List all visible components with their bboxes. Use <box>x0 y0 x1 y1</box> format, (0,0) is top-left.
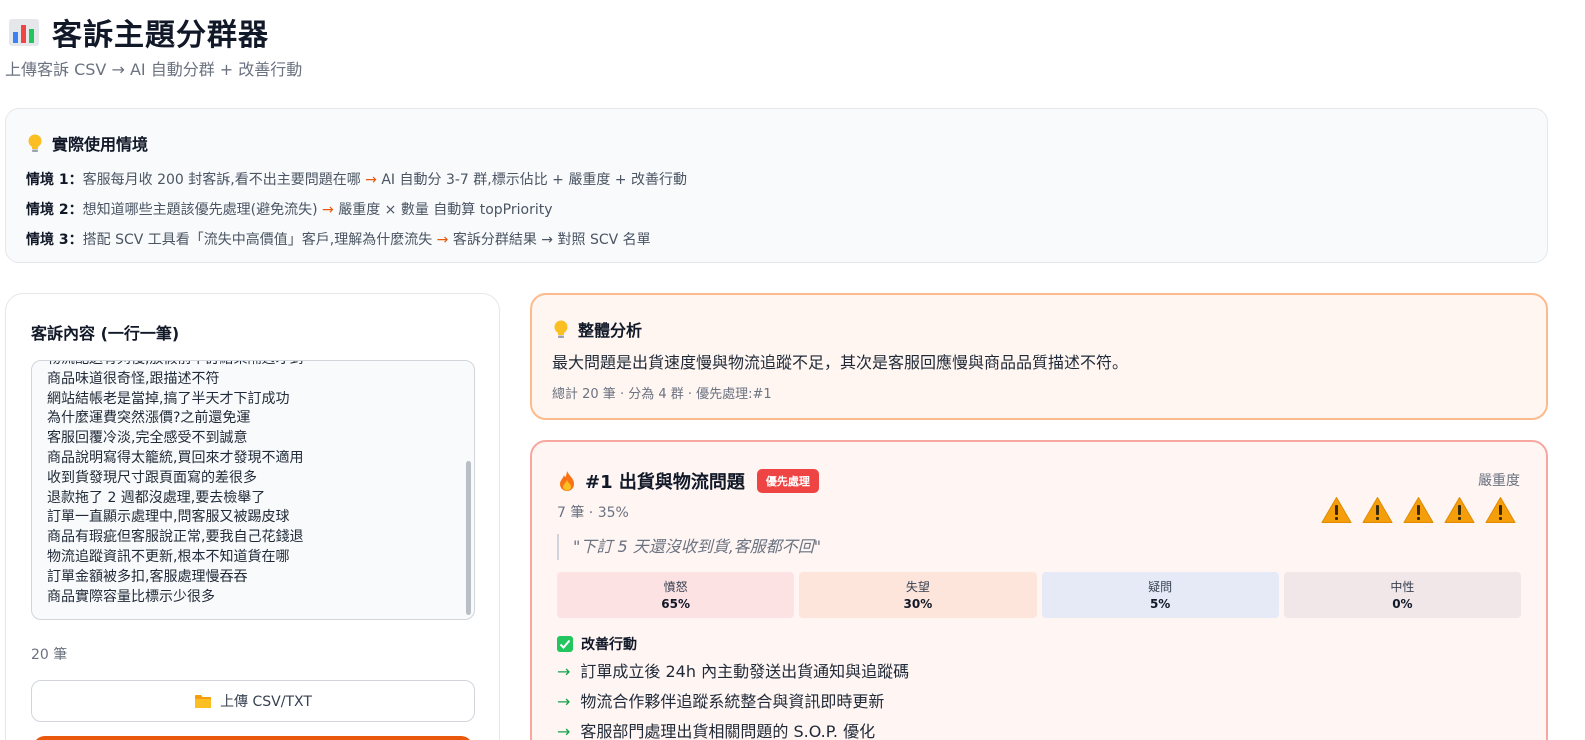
complaint-lines[interactable]: 物流配送有夠慢,放假前下訂結果隔週才到商品味道很奇怪,跟描述不符網站結帳老是當掉… <box>47 361 456 607</box>
complaint-line: 商品說明寫得太籠統,買回來才發現不適用 <box>47 449 304 466</box>
page-title: 客訴主題分群器 <box>52 18 269 53</box>
scenario-solution: 嚴重度 × 數量 自動算 topPriority <box>338 202 553 218</box>
folder-icon <box>195 694 212 708</box>
complaint-line: 訂單一直顯示處理中,問客服又被踢皮球 <box>47 509 290 526</box>
scenario-label: 情境 1： <box>26 172 83 188</box>
cluster-card: #1 出貨與物流問題 優先處理 嚴重度 7 筆 · 35% "下訂 5 天還沒收… <box>530 440 1548 740</box>
scenario-problem: 想知道哪些主題該優先處理(避免流失) <box>82 202 318 218</box>
overall-summary: 最大問題是出貨速度慢與物流追蹤不足，其次是客服回應慢與商品品質描述不符。 <box>552 353 1129 372</box>
overall-heading: 整體分析 <box>578 321 643 340</box>
complaint-line: 客服回覆冷淡,完全感受不到誠意 <box>47 430 248 447</box>
lightbulb-icon <box>554 320 568 338</box>
complaint-line: 為什麼運費突然漲價?之前還免運 <box>47 410 251 427</box>
sentiment-value: 65% <box>661 597 690 611</box>
complaint-line: 訂單金額被多扣,客服處理慢吞吞 <box>47 568 248 585</box>
sentiment-value: 0% <box>1392 597 1413 611</box>
scenario-problem: 搭配 SCV 工具看「流失中高價值」客戶,理解為什麼流失 <box>82 232 433 248</box>
page-header: 客訴主題分群器 <box>8 10 269 54</box>
fire-icon <box>560 471 574 491</box>
arrow-right-icon: → <box>557 662 571 681</box>
sentiment-value: 30% <box>903 597 933 611</box>
complaint-line: 物流配送有夠慢,放假前下訂結果隔週才到 <box>47 361 456 370</box>
scrollbar-thumb[interactable] <box>466 461 471 615</box>
lightbulb-icon <box>28 134 42 152</box>
complaint-line: 網站結帳老是當掉,搞了半天才下訂成功 <box>47 390 290 407</box>
sentiment-label: 疑問 <box>1148 580 1173 594</box>
cluster-name: #1 出貨與物流問題 <box>585 472 745 493</box>
complaint-textarea[interactable]: 物流配送有夠慢,放假前下訂結果隔週才到商品味道很奇怪,跟描述不符網站結帳老是當掉… <box>31 360 475 620</box>
overall-analysis-panel: 整體分析 最大問題是出貨速度慢與物流追蹤不足，其次是客服回應慢與商品品質描述不符… <box>530 293 1548 420</box>
warning-icon <box>1403 497 1434 523</box>
scenario-item: 情境 1：客服每月收 200 封客訴,看不出主要問題在哪 → AI 自動分 3-… <box>26 165 1527 195</box>
sentiment-label: 失望 <box>905 580 930 594</box>
sentiment-box: 失望 30% <box>799 572 1037 618</box>
complaint-input-panel: 客訴內容 (一行一筆) 物流配送有夠慢,放假前下訂結果隔週才到商品味道很奇怪,跟… <box>5 293 500 740</box>
scenario-solution: AI 自動分 3-7 群,標示佔比 + 嚴重度 + 改善行動 <box>381 172 687 188</box>
sentiment-label: 憤怒 <box>663 580 688 594</box>
complaint-line: 商品味道很奇怪,跟描述不符 <box>47 370 220 387</box>
severity-label: 嚴重度 <box>1478 473 1520 489</box>
scenario-item: 情境 3：搭配 SCV 工具看「流失中高價值」客戶,理解為什麼流失 → 客訴分群… <box>26 225 1527 255</box>
complaint-line: 商品有瑕疵但客服說正常,要我自己花錢退 <box>47 529 304 546</box>
input-title: 客訴內容 (一行一筆) <box>31 324 180 343</box>
action-item: → 物流合作夥伴追蹤系統整合與資訊即時更新 <box>557 690 1521 714</box>
upload-label: 上傳 CSV/TXT <box>220 694 312 710</box>
scenario-solution: 客訴分群結果 → 對照 SCV 名單 <box>452 232 651 248</box>
warning-icon <box>1444 497 1475 523</box>
severity-rating <box>1321 496 1516 524</box>
scenario-label: 情境 3： <box>26 232 83 248</box>
overall-meta: 總計 20 筆 · 分為 4 群 · 優先處理:#1 <box>552 387 772 402</box>
analyze-button[interactable] <box>33 736 473 740</box>
complaint-count: 20 筆 <box>31 647 68 663</box>
arrow-icon: → <box>322 202 334 218</box>
scenario-label: 情境 2： <box>26 202 83 218</box>
check-icon <box>557 636 573 652</box>
scenarios-heading: 實際使用情境 <box>52 135 149 154</box>
sentiment-box: 疑問 5% <box>1041 572 1279 618</box>
warning-icon <box>1362 497 1393 523</box>
action-item: → 訂單成立後 24h 內主動發送出貨通知與追蹤碼 <box>557 660 1521 684</box>
complaint-line: 退款拖了 2 週都沒處理,要去檢舉了 <box>47 489 266 506</box>
action-text: 物流合作夥伴追蹤系統整合與資訊即時更新 <box>580 692 885 711</box>
arrow-right-icon: → <box>557 692 571 711</box>
sentiment-value: 5% <box>1149 597 1171 611</box>
warning-icon <box>1321 497 1352 523</box>
upload-csv-button[interactable]: 上傳 CSV/TXT <box>31 680 475 722</box>
priority-badge: 優先處理 <box>756 469 819 493</box>
sentiment-label: 中性 <box>1390 580 1415 594</box>
action-text: 訂單成立後 24h 內主動發送出貨通知與追蹤碼 <box>580 662 910 681</box>
page-subtitle: 上傳客訴 CSV → AI 自動分群 + 改善行動 <box>5 60 303 79</box>
sentiment-breakdown: 憤怒 65% 失望 30% 疑問 5% 中性 0% <box>557 572 1521 618</box>
action-list: → 訂單成立後 24h 內主動發送出貨通知與追蹤碼 → 物流合作夥伴追蹤系統整合與資訊… <box>557 660 1521 740</box>
complaint-line: 收到貨發現尺寸跟頁面寫的差很多 <box>47 469 257 486</box>
arrow-icon: → <box>365 172 377 188</box>
bar-chart-icon <box>9 19 39 46</box>
sentiment-box: 憤怒 65% <box>557 572 795 618</box>
scenario-item: 情境 2：想知道哪些主題該優先處理(避免流失) → 嚴重度 × 數量 自動算 t… <box>26 195 1527 225</box>
arrow-right-icon: → <box>557 722 571 740</box>
action-text: 客服部門處理出貨相關問題的 S.O.P. 優化 <box>580 722 876 740</box>
scenario-problem: 客服每月收 200 封客訴,看不出主要問題在哪 <box>82 172 361 188</box>
complaint-line: 物流追蹤資訊不更新,根本不知道貨在哪 <box>47 548 290 565</box>
complaint-line: 商品實際容量比標示少很多 <box>47 588 215 605</box>
warning-icon <box>1485 497 1516 523</box>
cluster-quote: "下訂 5 天還沒收到貨,客服都不回" <box>557 534 1521 560</box>
actions-heading: 改善行動 <box>581 637 637 653</box>
action-item: → 客服部門處理出貨相關問題的 S.O.P. 優化 <box>557 720 1521 740</box>
usage-scenarios-panel: 實際使用情境 情境 1：客服每月收 200 封客訴,看不出主要問題在哪 → AI… <box>5 108 1548 263</box>
arrow-icon: → <box>436 232 449 248</box>
sentiment-box: 中性 0% <box>1283 572 1521 618</box>
